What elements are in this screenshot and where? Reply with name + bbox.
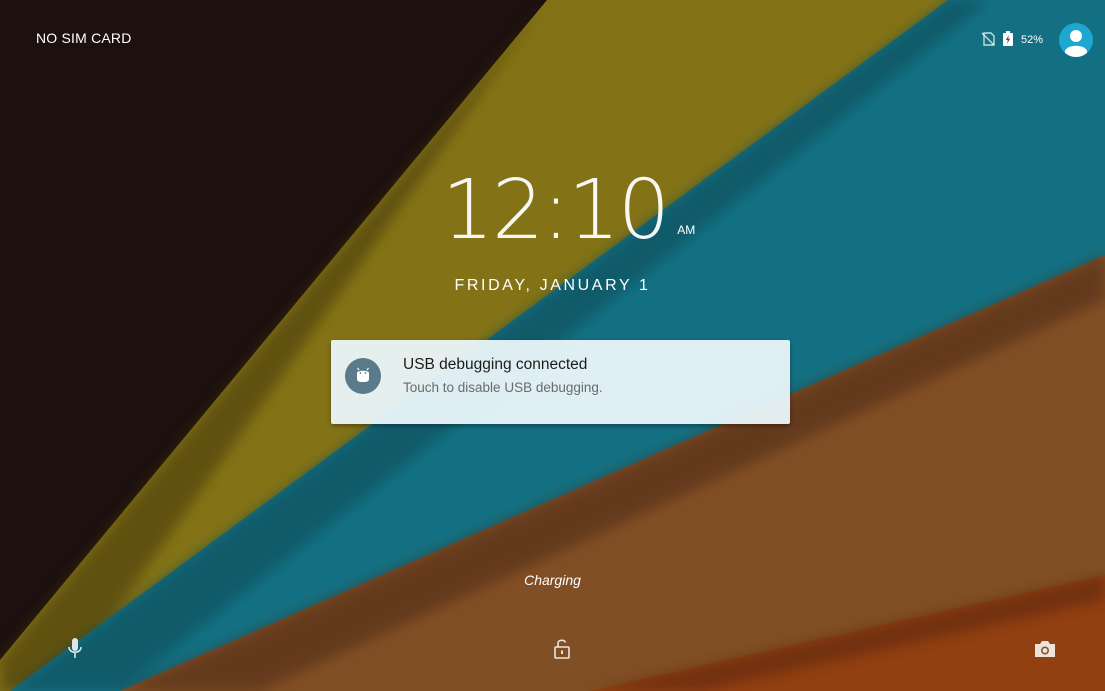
status-bar: NO SIM CARD 52%: [0, 0, 1105, 80]
microphone-icon[interactable]: [55, 629, 95, 669]
unlock-icon[interactable]: [542, 629, 582, 669]
notification-text: Touch to disable USB debugging.: [403, 380, 603, 395]
user-avatar-icon[interactable]: [1059, 23, 1093, 57]
lock-screen: NO SIM CARD 52% 12:10 AM FRIDAY, JANUARY…: [0, 0, 1105, 691]
camera-icon[interactable]: [1025, 629, 1065, 669]
status-icons: 52%: [981, 22, 1093, 58]
no-sim-icon: [981, 31, 995, 50]
clock-ampm: AM: [677, 223, 696, 237]
android-debug-icon: [345, 358, 381, 394]
charging-status: Charging: [524, 572, 581, 588]
notification-title: USB debugging connected: [403, 356, 588, 373]
carrier-label: NO SIM CARD: [36, 30, 132, 46]
usb-debugging-notification[interactable]: USB debugging connected Touch to disable…: [331, 340, 790, 424]
battery-charging-icon: [1001, 30, 1015, 50]
clock: 12:10 AM: [0, 166, 1105, 256]
battery-percent: 52%: [1020, 34, 1043, 46]
date-label: FRIDAY, JANUARY 1: [454, 277, 651, 294]
clock-time: 12:10: [441, 163, 670, 258]
